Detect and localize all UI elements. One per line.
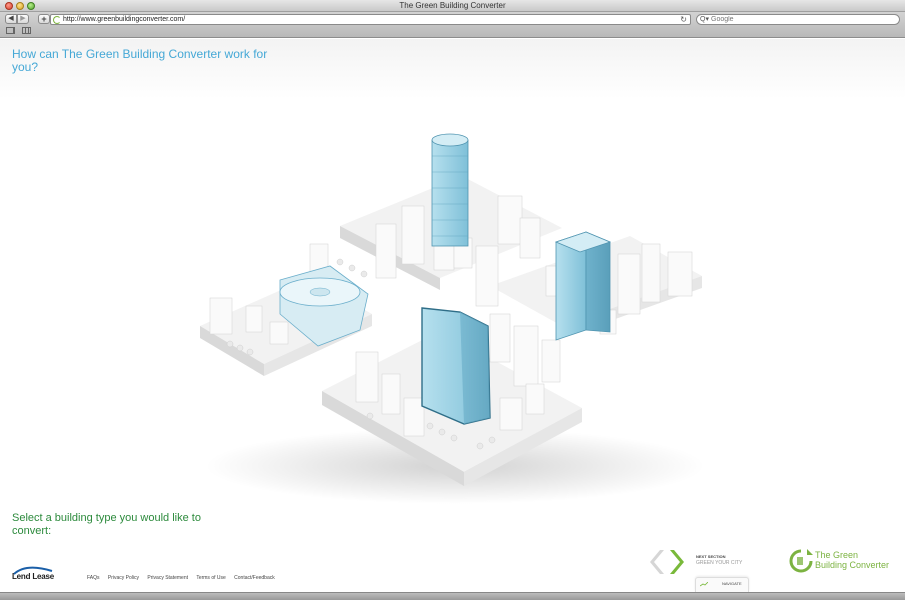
footer-link-privacy-policy[interactable]: Privacy Policy: [108, 575, 139, 581]
search-box[interactable]: Q▾: [696, 14, 900, 25]
window-title: The Green Building Converter: [399, 1, 506, 10]
green-building-converter-logo-icon[interactable]: [787, 547, 815, 575]
previous-section-arrow-icon[interactable]: [646, 549, 664, 575]
logo-text-line2: Building Converter: [815, 560, 890, 570]
navigate-tab[interactable]: NAVIGATE: [695, 577, 749, 592]
forward-button[interactable]: ▶: [17, 14, 29, 24]
building-selected-office[interactable]: [421, 307, 491, 425]
page-content: How can The Green Building Converter wor…: [0, 39, 905, 592]
site-favicon-icon: [53, 16, 61, 24]
bookmarks-icon[interactable]: [6, 27, 15, 34]
add-bookmark-button[interactable]: +: [38, 14, 50, 24]
back-button[interactable]: ◀: [5, 14, 17, 24]
footer-link-contact[interactable]: Contact/Feedback: [234, 575, 275, 581]
footer-links: FAQs Privacy Policy Privacy Statement Te…: [87, 575, 282, 581]
footer-link-faqs[interactable]: FAQs: [87, 575, 100, 581]
search-input[interactable]: [711, 15, 891, 24]
building-glass-office[interactable]: [554, 231, 612, 341]
city-scene: [200, 133, 705, 504]
footer-link-privacy-statement[interactable]: Privacy Statement: [147, 575, 188, 581]
address-bar[interactable]: http://www.greenbuildingconverter.com/ ↻: [50, 14, 691, 25]
window-bottom-bar: [0, 592, 905, 600]
lendlease-text: Lend Lease: [12, 572, 55, 581]
footer-link-terms[interactable]: Terms of Use: [196, 575, 225, 581]
window-titlebar: The Green Building Converter: [0, 0, 905, 12]
lendlease-logo[interactable]: Lend Lease: [12, 562, 68, 582]
browser-toolbar: ◀ ▶ + http://www.greenbuildingconverter.…: [0, 12, 905, 38]
search-icon: Q▾: [700, 16, 709, 23]
green-building-converter-logo-text[interactable]: The Green Building Converter: [815, 550, 905, 570]
next-section-label: NEXT SECTION: [696, 554, 726, 559]
url-text[interactable]: http://www.greenbuildingconverter.com/: [63, 15, 185, 24]
logo-text-line1: The Green: [815, 550, 859, 560]
next-section-title[interactable]: GREEN YOUR CITY: [696, 560, 742, 566]
select-building-prompt: Select a building type you would like to…: [12, 512, 201, 537]
navigate-icon: [700, 582, 708, 587]
top-sites-icon[interactable]: [22, 27, 31, 34]
page-headline: How can The Green Building Converter wor…: [12, 47, 268, 74]
reload-icon[interactable]: ↻: [680, 15, 687, 24]
navigate-label: NAVIGATE: [722, 581, 742, 586]
building-round-tower[interactable]: [431, 133, 469, 247]
next-section-arrow-icon[interactable]: [670, 549, 688, 575]
